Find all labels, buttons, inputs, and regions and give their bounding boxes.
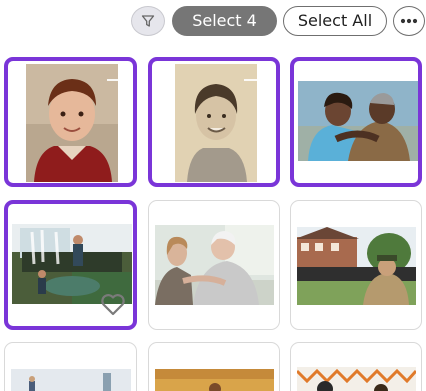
photo-couple-hugging [298, 81, 418, 161]
photo-tile-boy-portrait[interactable] [4, 57, 137, 187]
select-count-button[interactable]: Select 4 [172, 6, 277, 36]
filter-button[interactable] [131, 6, 165, 36]
photo-boy-portrait [26, 64, 118, 182]
photo-tile-girl-with-grandmother[interactable] [148, 200, 280, 330]
photo-parade-crowd [297, 227, 416, 305]
photo-tile-parade-crowd[interactable] [290, 200, 422, 330]
heart-icon[interactable] [100, 293, 126, 317]
photo-gallery: Select 4 Select All [0, 0, 426, 391]
selection-indicator [244, 79, 260, 95]
photo-tile-waterfall-hikers[interactable] [4, 200, 137, 330]
selection-indicator [107, 79, 123, 95]
more-options-button[interactable] [393, 6, 425, 36]
more-options-icon [400, 18, 418, 24]
filter-icon [141, 15, 155, 27]
photo-tile-partial-2[interactable] [148, 342, 280, 391]
photo-tile-partial-3[interactable] [290, 342, 422, 391]
photo-tile-couple-hugging[interactable] [290, 57, 422, 187]
photo-tile-girl-portrait-sepia[interactable] [148, 57, 280, 187]
photo-partial-1 [11, 369, 131, 391]
photo-tile-partial-1[interactable] [4, 342, 137, 391]
photo-waterfall-hikers [12, 224, 132, 304]
selection-toolbar: Select 4 Select All [0, 5, 426, 37]
photo-girl-with-grandmother [155, 225, 274, 305]
select-all-button[interactable]: Select All [283, 6, 387, 36]
photo-partial-2 [155, 369, 274, 391]
photo-partial-3 [297, 367, 416, 391]
